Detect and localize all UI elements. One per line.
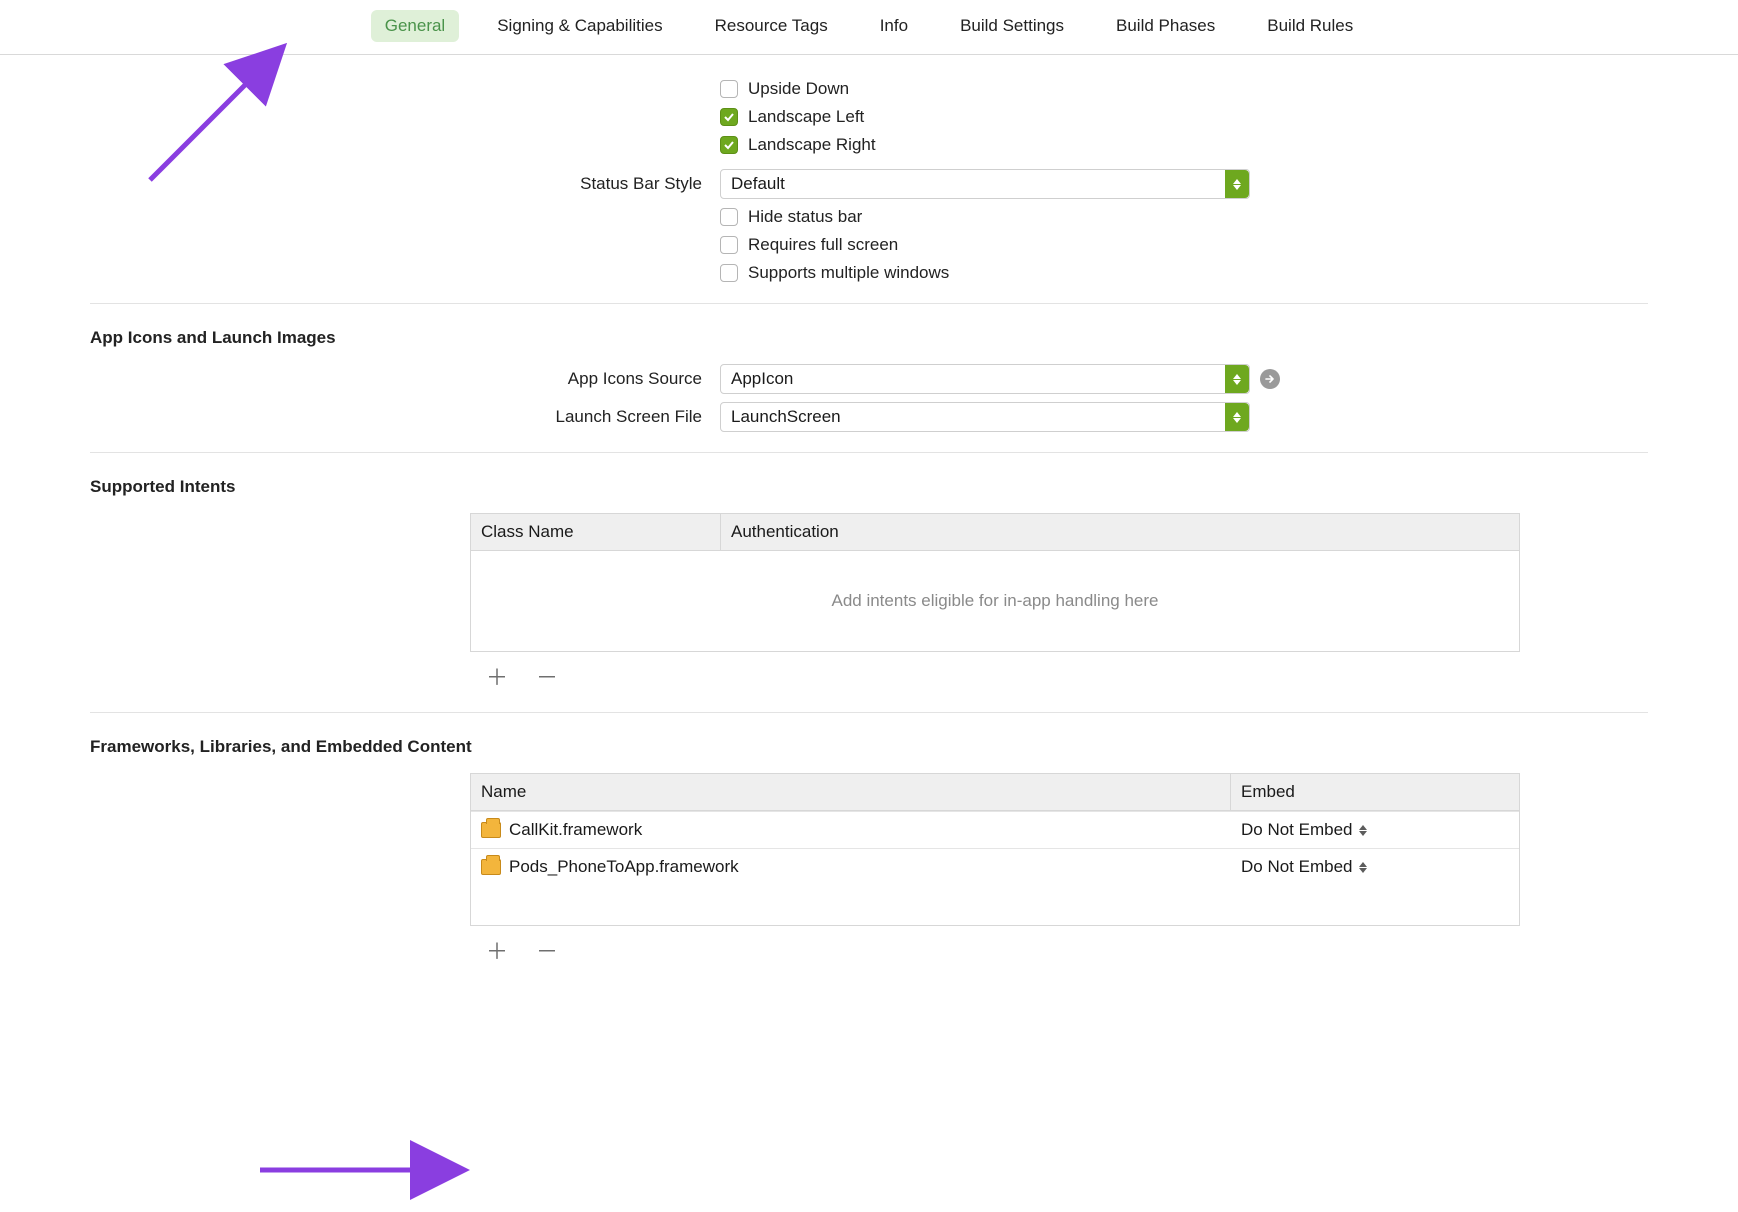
- tab-resource-tags[interactable]: Resource Tags: [701, 10, 842, 42]
- stepper-icon: [1225, 365, 1249, 393]
- frameworks-row[interactable]: Pods_PhoneToApp.framework Do Not Embed: [471, 848, 1519, 885]
- status-bar-style-label: Status Bar Style: [90, 174, 720, 194]
- framework-embed-value[interactable]: Do Not Embed: [1241, 857, 1353, 877]
- section-title-supported-intents: Supported Intents: [90, 477, 1648, 497]
- tab-signing-capabilities[interactable]: Signing & Capabilities: [483, 10, 676, 42]
- tab-build-rules[interactable]: Build Rules: [1253, 10, 1367, 42]
- stepper-icon: [1225, 170, 1249, 198]
- checkbox-hide-status-bar[interactable]: [720, 208, 738, 226]
- app-icons-source-value: AppIcon: [731, 369, 793, 389]
- status-bar-style-value: Default: [731, 174, 785, 194]
- orientation-upside-down-label: Upside Down: [748, 79, 849, 99]
- supports-multiple-windows-label: Supports multiple windows: [748, 263, 949, 283]
- framework-icon: [481, 859, 501, 875]
- frameworks-col-name[interactable]: Name: [471, 774, 1231, 810]
- tab-build-phases[interactable]: Build Phases: [1102, 10, 1229, 42]
- app-icons-source-label: App Icons Source: [90, 369, 720, 389]
- frameworks-table: Name Embed CallKit.framework Do Not Embe…: [470, 773, 1520, 926]
- section-title-frameworks: Frameworks, Libraries, and Embedded Cont…: [90, 737, 1648, 757]
- app-icons-source-popup[interactable]: AppIcon: [720, 364, 1250, 394]
- frameworks-add-button[interactable]: ＋: [486, 934, 508, 966]
- checkbox-upside-down[interactable]: [720, 80, 738, 98]
- tab-info[interactable]: Info: [866, 10, 922, 42]
- sort-indicator-icon: [1359, 862, 1367, 873]
- sort-indicator-icon: [1359, 825, 1367, 836]
- launch-screen-file-label: Launch Screen File: [90, 407, 720, 427]
- orientation-landscape-right-label: Landscape Right: [748, 135, 876, 155]
- intents-col-authentication[interactable]: Authentication: [721, 514, 1519, 550]
- intents-table: Class Name Authentication Add intents el…: [470, 513, 1520, 652]
- checkbox-supports-multiple-windows[interactable]: [720, 264, 738, 282]
- status-bar-style-popup[interactable]: Default: [720, 169, 1250, 199]
- target-tabbar: General Signing & Capabilities Resource …: [0, 0, 1738, 55]
- intents-add-button[interactable]: ＋: [486, 660, 508, 692]
- framework-name: Pods_PhoneToApp.framework: [509, 857, 739, 877]
- intents-col-class-name[interactable]: Class Name: [471, 514, 721, 550]
- orientation-landscape-left-label: Landscape Left: [748, 107, 864, 127]
- intents-placeholder: Add intents eligible for in-app handling…: [471, 551, 1519, 651]
- go-to-asset-icon[interactable]: [1260, 369, 1280, 389]
- annotation-arrow-frameworks-add: [260, 1155, 480, 1188]
- checkbox-landscape-right[interactable]: [720, 136, 738, 154]
- hide-status-bar-label: Hide status bar: [748, 207, 862, 227]
- framework-embed-value[interactable]: Do Not Embed: [1241, 820, 1353, 840]
- framework-name: CallKit.framework: [509, 820, 642, 840]
- intents-table-header: Class Name Authentication: [471, 514, 1519, 551]
- frameworks-row[interactable]: CallKit.framework Do Not Embed: [471, 811, 1519, 848]
- frameworks-table-header: Name Embed: [471, 774, 1519, 811]
- tab-general[interactable]: General: [371, 10, 459, 42]
- frameworks-remove-button[interactable]: －: [536, 934, 558, 966]
- stepper-icon: [1225, 403, 1249, 431]
- requires-full-screen-label: Requires full screen: [748, 235, 898, 255]
- section-title-app-icons: App Icons and Launch Images: [90, 328, 1648, 348]
- frameworks-col-embed[interactable]: Embed: [1231, 774, 1519, 810]
- tab-build-settings[interactable]: Build Settings: [946, 10, 1078, 42]
- launch-screen-file-value: LaunchScreen: [731, 407, 841, 427]
- launch-screen-file-popup[interactable]: LaunchScreen: [720, 402, 1250, 432]
- checkbox-landscape-left[interactable]: [720, 108, 738, 126]
- intents-remove-button[interactable]: －: [536, 660, 558, 692]
- checkbox-requires-full-screen[interactable]: [720, 236, 738, 254]
- framework-icon: [481, 822, 501, 838]
